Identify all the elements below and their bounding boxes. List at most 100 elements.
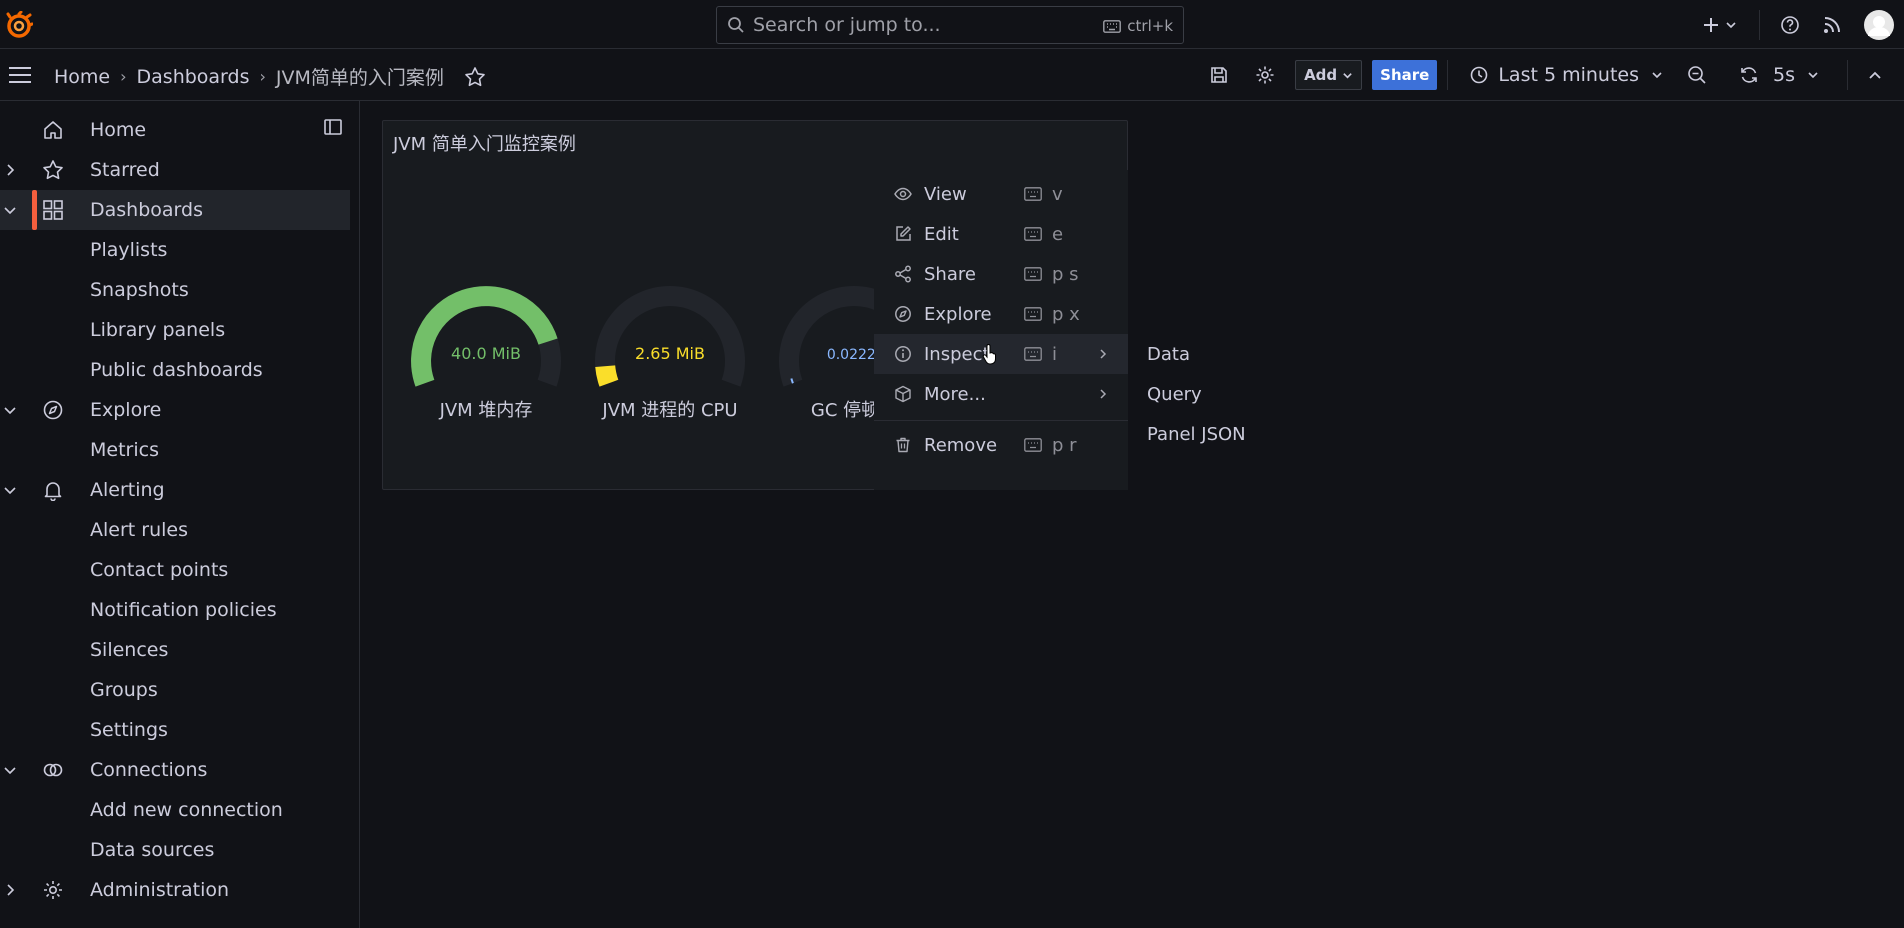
- sidebar: Home Starred Dashboards Playlists Snapsh…: [0, 101, 360, 928]
- gauge-fill: [595, 365, 619, 387]
- collapse-toolbar-button[interactable]: [1868, 68, 1882, 82]
- sidebar-item-contact-points[interactable]: Contact points: [0, 550, 350, 590]
- keyboard-icon: [1024, 438, 1042, 452]
- chevron-right-icon: [1100, 389, 1107, 399]
- panel-title: JVM 简单入门监控案例: [393, 134, 576, 155]
- sidebar-item-groups[interactable]: Groups: [0, 670, 350, 710]
- sidebar-item-dashboards[interactable]: Dashboards: [0, 190, 350, 230]
- chevron-right-icon[interactable]: [2, 882, 18, 898]
- menu-item-edit[interactable]: Edit e: [874, 214, 1128, 254]
- sidebar-item-label: Administration: [90, 879, 230, 901]
- sidebar-item-label: Home: [90, 119, 147, 141]
- time-range-label: Last 5 minutes: [1498, 64, 1639, 86]
- zoom-out-icon: [1688, 66, 1706, 84]
- refresh-interval-picker[interactable]: 5s: [1773, 64, 1819, 86]
- breadcrumb-separator: ›: [120, 67, 127, 86]
- help-button[interactable]: [1780, 15, 1800, 35]
- menu-item-shortcut: p x: [1052, 303, 1080, 325]
- sidebar-item-settings[interactable]: Settings: [0, 710, 350, 750]
- sidebar-item-label: Data sources: [90, 839, 215, 861]
- chevron-down-icon[interactable]: [2, 762, 18, 778]
- inspect-submenu: Data Query Panel JSON: [1128, 335, 1288, 465]
- menu-item-share[interactable]: Share p s: [874, 254, 1128, 294]
- menu-item-inspect[interactable]: Inspect i: [874, 334, 1128, 374]
- submenu-item-data[interactable]: Data: [1147, 344, 1190, 365]
- submenu-item-query[interactable]: Query: [1147, 384, 1202, 405]
- chevron-down-icon[interactable]: [2, 482, 18, 498]
- gauge-value: 2.65 MiB: [635, 344, 705, 363]
- sidebar-item-metrics[interactable]: Metrics: [0, 430, 350, 470]
- menu-item-label: More...: [924, 383, 986, 405]
- search-shortcut: ctrl+k: [1103, 17, 1173, 35]
- rss-icon: [1824, 16, 1840, 33]
- sidebar-item-explore[interactable]: Explore: [0, 390, 350, 430]
- breadcrumb-dashboards[interactable]: Dashboards: [137, 66, 250, 88]
- sidebar-item-alerting[interactable]: Alerting: [0, 470, 350, 510]
- add-button[interactable]: Add: [1295, 60, 1363, 90]
- user-avatar[interactable]: [1864, 9, 1894, 40]
- time-picker[interactable]: Last 5 minutes: [1470, 64, 1663, 86]
- toolbar-actions: Add Share Last 5 minutes 5s: [1209, 49, 1904, 101]
- menu-toggle-button[interactable]: [8, 65, 32, 90]
- sidebar-item-administration[interactable]: Administration: [0, 870, 350, 910]
- trash-icon: [896, 437, 910, 453]
- sidebar-item-public-dashboards[interactable]: Public dashboards: [0, 350, 350, 390]
- bell-icon: [44, 482, 62, 501]
- sidebar-item-notification-policies[interactable]: Notification policies: [0, 590, 350, 630]
- dashboard-settings-button[interactable]: [1255, 65, 1275, 85]
- sidebar-item-library-panels[interactable]: Library panels: [0, 310, 350, 350]
- sidebar-item-label: Explore: [90, 399, 162, 421]
- sidebar-item-home[interactable]: Home: [0, 110, 350, 150]
- sidebar-item-alert-rules[interactable]: Alert rules: [0, 510, 350, 550]
- sidebar-item-label: Dashboards: [90, 199, 203, 221]
- menu-item-explore[interactable]: Explore p x: [874, 294, 1128, 334]
- hamburger-icon: [9, 67, 31, 83]
- search-input[interactable]: Search or jump to... ctrl+k: [716, 6, 1184, 44]
- add-button-label: Add: [1304, 66, 1338, 84]
- star-icon[interactable]: [464, 66, 486, 88]
- gauge: 2.65 MiB: [585, 261, 755, 411]
- new-menu-button[interactable]: [1702, 16, 1737, 34]
- news-button[interactable]: [1822, 15, 1842, 35]
- chevron-down-icon: [1343, 72, 1352, 79]
- top-bar: Search or jump to... ctrl+k: [0, 0, 1904, 49]
- menu-item-view[interactable]: View v: [874, 174, 1128, 214]
- search-icon: [728, 17, 744, 33]
- menu-item-label: Share: [924, 263, 976, 285]
- compass-icon: [43, 400, 63, 420]
- chevron-right-icon[interactable]: [2, 162, 18, 178]
- sidebar-item-add-new-connection[interactable]: Add new connection: [0, 790, 350, 830]
- zoom-out-button[interactable]: [1687, 65, 1707, 85]
- menu-divider: [874, 420, 1128, 421]
- sidebar-item-starred[interactable]: Starred: [0, 150, 350, 190]
- divider: [1847, 60, 1848, 90]
- keyboard-icon: [1103, 19, 1122, 33]
- share-button[interactable]: Share: [1372, 60, 1438, 90]
- save-dashboard-button[interactable]: [1209, 65, 1229, 85]
- sidebar-item-playlists[interactable]: Playlists: [0, 230, 350, 270]
- breadcrumb-current: JVM简单的入门案例: [275, 67, 444, 89]
- sidebar-item-label: Snapshots: [90, 279, 189, 301]
- submenu-item-panel-json[interactable]: Panel JSON: [1147, 424, 1246, 445]
- gauge-value: 40.0 MiB: [451, 344, 521, 363]
- gauge-track: [595, 286, 745, 387]
- breadcrumb-home[interactable]: Home: [54, 66, 110, 88]
- refresh-button[interactable]: [1739, 65, 1759, 85]
- gauge-chart: 40.0 MiB: [411, 286, 561, 387]
- menu-item-label: Explore: [924, 303, 992, 325]
- compass-icon: [895, 306, 911, 322]
- menu-item-remove[interactable]: Remove p r: [874, 425, 1128, 465]
- breadcrumb-separator: ›: [259, 67, 266, 86]
- chevron-down-icon[interactable]: [2, 402, 18, 418]
- gauge-chart: 2.65 MiB: [595, 286, 745, 387]
- sidebar-item-connections[interactable]: Connections: [0, 750, 350, 790]
- keyboard-icon: [1024, 307, 1042, 321]
- grafana-logo-icon[interactable]: [5, 11, 33, 39]
- chevron-right-icon: [1100, 349, 1107, 359]
- sidebar-item-silences[interactable]: Silences: [0, 630, 350, 670]
- sidebar-item-data-sources[interactable]: Data sources: [0, 830, 350, 870]
- menu-item-more[interactable]: More...: [874, 374, 1128, 414]
- sidebar-item-label: Silences: [90, 639, 169, 661]
- chevron-down-icon[interactable]: [2, 202, 18, 218]
- sidebar-item-snapshots[interactable]: Snapshots: [0, 270, 350, 310]
